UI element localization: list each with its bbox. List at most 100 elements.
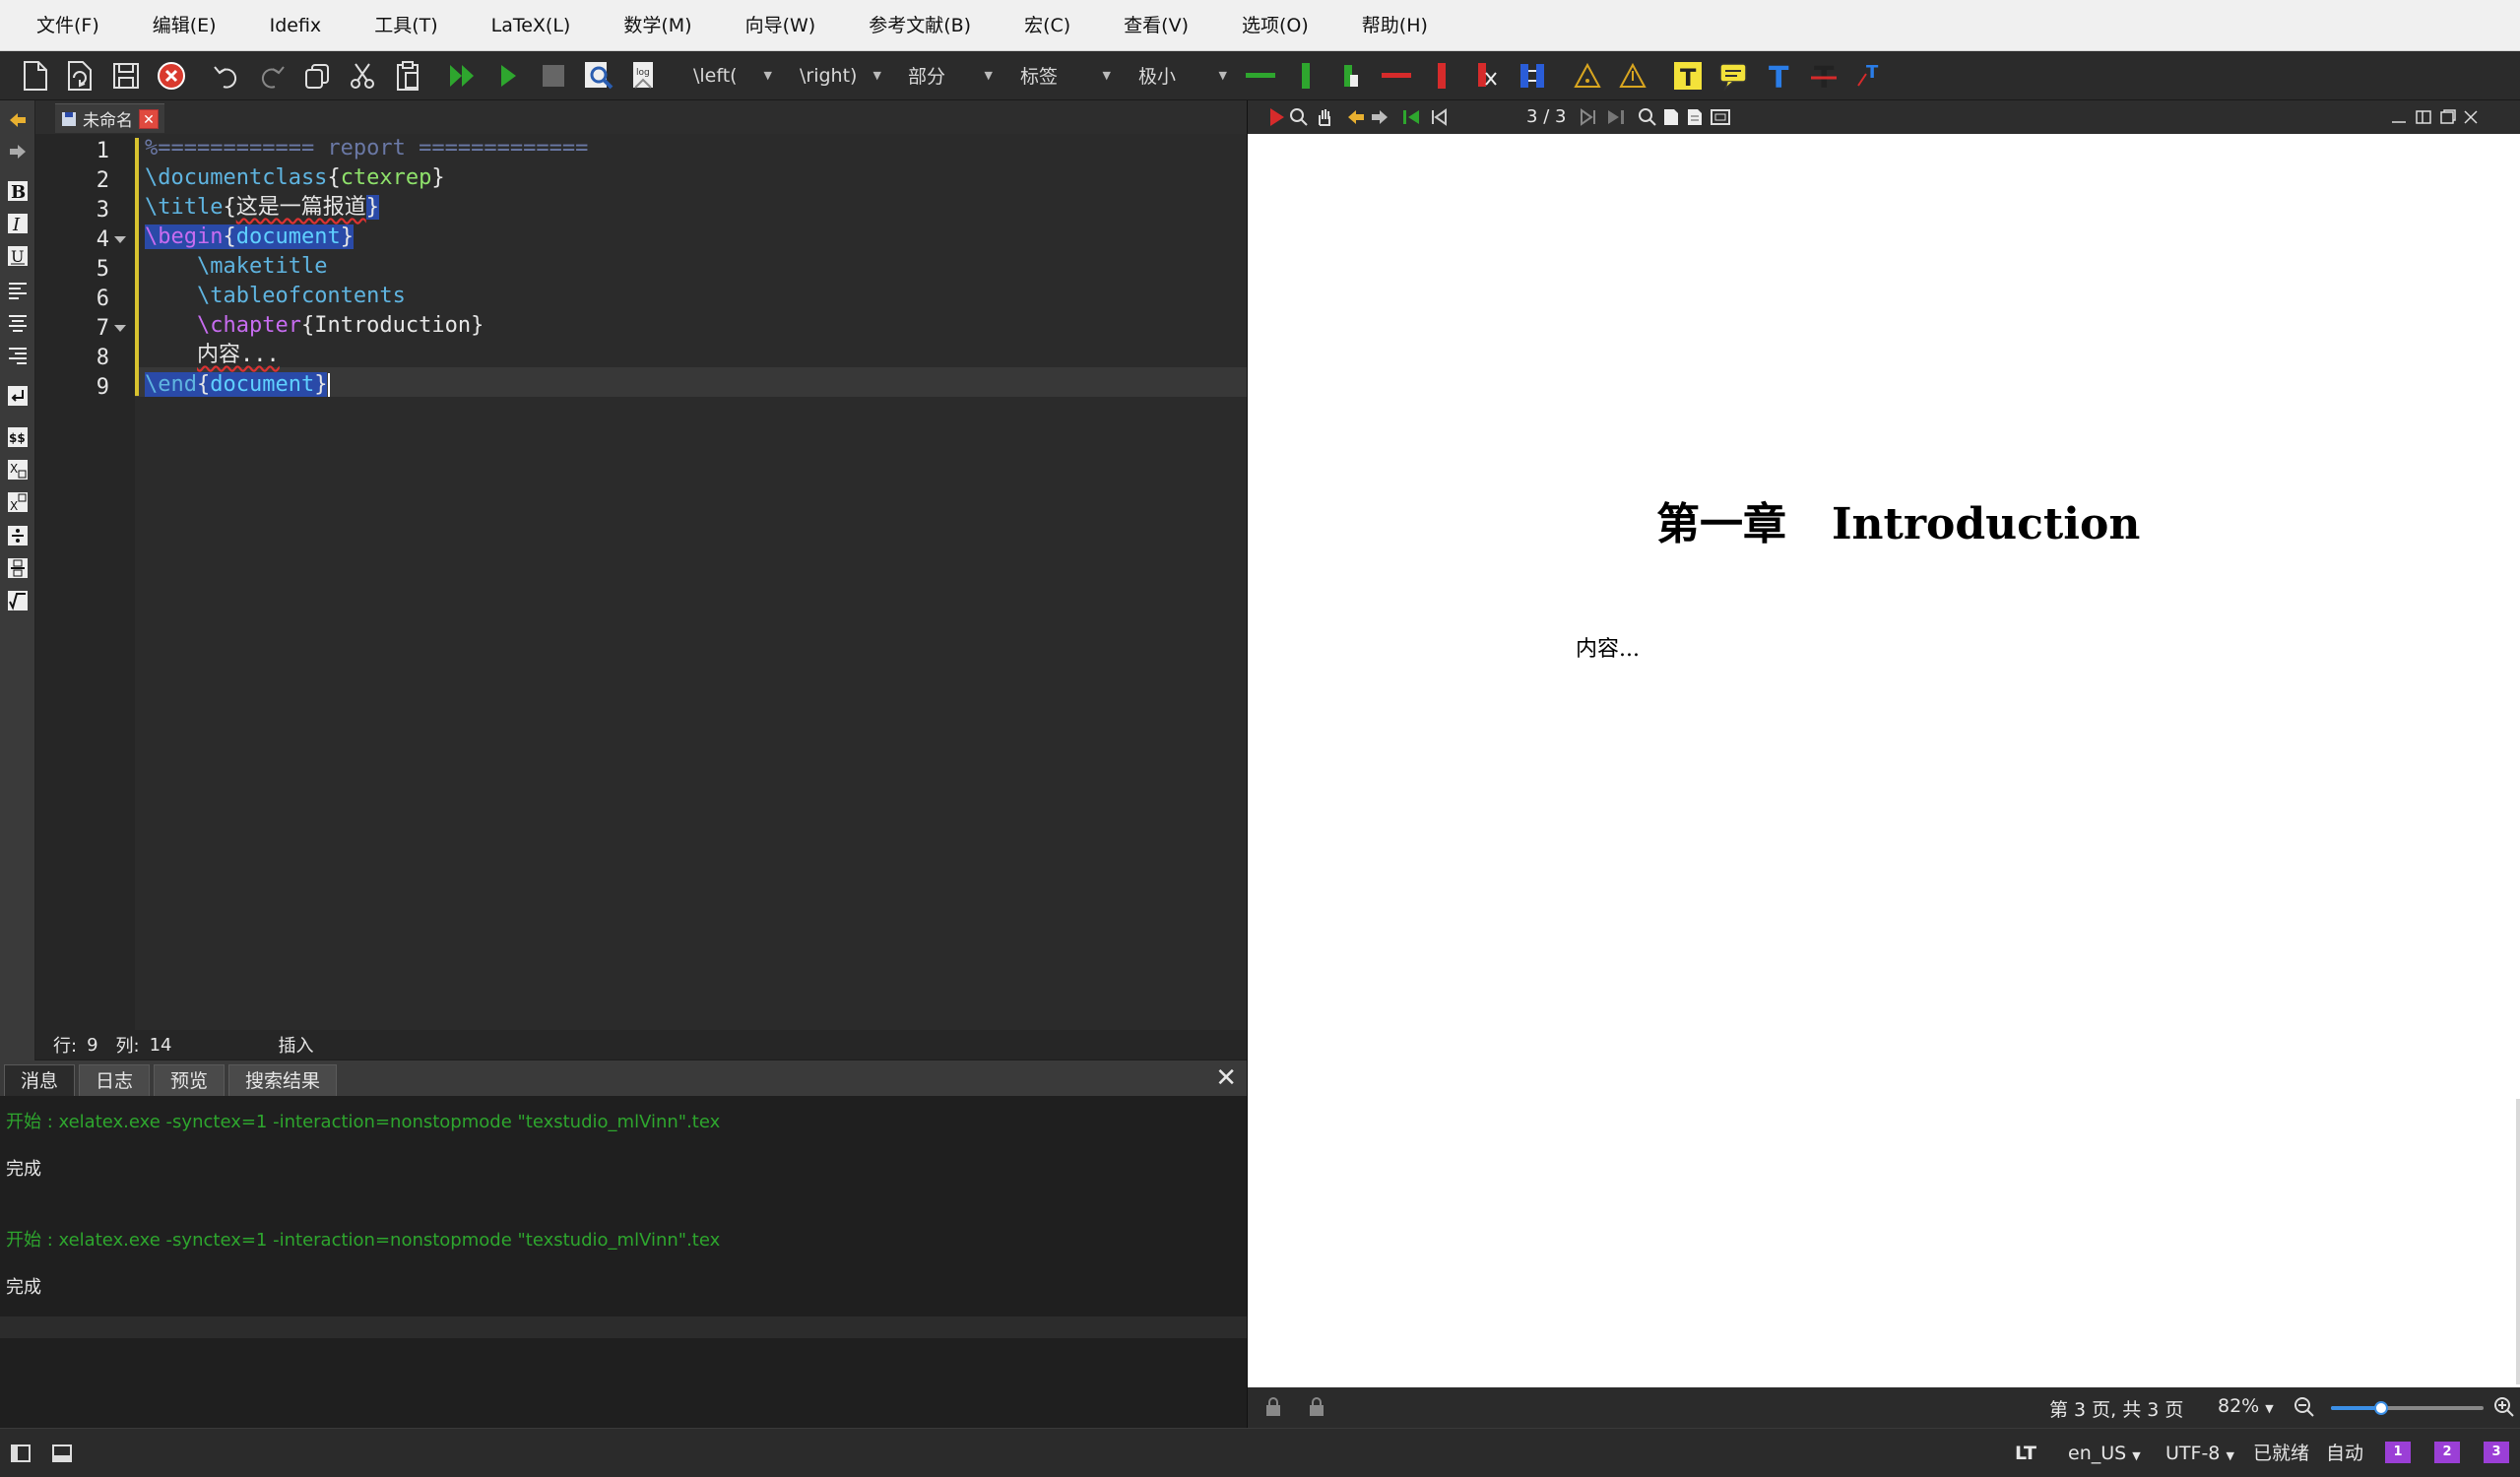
toggle-panel-icon[interactable] — [51, 1443, 73, 1469]
align-columns-icon[interactable] — [1513, 56, 1552, 96]
arrow-right-icon[interactable] — [6, 140, 30, 163]
close-panel-icon[interactable]: ✕ — [1215, 1064, 1237, 1092]
zoom-slider-handle[interactable] — [2374, 1401, 2389, 1415]
align-right-icon[interactable] — [6, 343, 30, 366]
languagetool-status[interactable]: LT — [2015, 1441, 2036, 1466]
dfrac-icon[interactable] — [6, 556, 30, 580]
menu-idefix[interactable]: Idefix — [243, 0, 349, 51]
tab-search-results[interactable]: 搜索结果 — [228, 1064, 338, 1096]
copy-icon[interactable] — [297, 56, 337, 96]
insert-text-icon[interactable]: T — [1759, 56, 1798, 96]
previous-page-icon[interactable] — [1427, 105, 1451, 129]
bookmark-3-icon[interactable]: 3 — [2484, 1442, 2509, 1463]
continuous-page-icon[interactable] — [1683, 105, 1707, 129]
menu-wizards[interactable]: 向导(W) — [719, 0, 843, 51]
subscript-icon[interactable]: X — [6, 458, 30, 482]
size-combo[interactable]: 极小 ▼ — [1125, 59, 1233, 93]
superscript-icon[interactable]: X — [6, 490, 30, 514]
left-delimiter-combo[interactable]: \left(▼ — [679, 59, 778, 93]
editor-tab[interactable]: 未命名 ✕ — [55, 103, 164, 133]
find-icon[interactable] — [1636, 105, 1659, 129]
menu-latex[interactable]: LaTeX(L) — [465, 0, 598, 51]
add-hline-icon[interactable] — [1331, 56, 1371, 96]
section-combo[interactable]: 部分 ▼ — [894, 59, 999, 93]
underline-icon[interactable]: U — [6, 244, 30, 268]
embed-toggle-icon[interactable] — [2412, 105, 2435, 129]
spell-language[interactable]: en_US ▼ — [2068, 1441, 2141, 1469]
tab-preview[interactable]: 预览 — [154, 1064, 226, 1096]
right-delimiter-combo[interactable]: \right) ▼ — [786, 59, 886, 93]
forward-icon[interactable] — [1368, 105, 1391, 129]
close-viewer-icon[interactable] — [2459, 105, 2483, 129]
align-center-icon[interactable] — [6, 310, 30, 334]
last-page-icon[interactable] — [1604, 105, 1628, 129]
zoom-level[interactable]: 82% ▼ — [2218, 1395, 2274, 1417]
fold-toggle-icon[interactable] — [114, 325, 126, 332]
compile-icon[interactable] — [488, 56, 528, 96]
back-icon[interactable] — [1344, 105, 1368, 129]
hand-tool-icon[interactable] — [1313, 105, 1336, 129]
close-tab-icon[interactable]: ✕ — [139, 108, 159, 129]
zoom-icon[interactable] — [1287, 105, 1311, 129]
lock-icon[interactable] — [1263, 1396, 1283, 1423]
newline-icon[interactable] — [6, 384, 30, 408]
build-and-view-icon[interactable] — [443, 56, 483, 96]
maximize-icon[interactable] — [2436, 105, 2460, 129]
bookmark-2-icon[interactable]: 2 — [2434, 1442, 2460, 1463]
fraction-icon[interactable] — [6, 524, 30, 547]
cut-icon[interactable] — [343, 56, 382, 96]
close-document-icon[interactable] — [152, 56, 191, 96]
menu-tools[interactable]: 工具(T) — [348, 0, 464, 51]
pdf-page-view[interactable]: 第一章 Introduction 内容... — [1247, 134, 2520, 1387]
comment-icon[interactable] — [1713, 56, 1753, 96]
fit-window-icon[interactable] — [1709, 105, 1732, 129]
pdf-app-icon[interactable] — [1265, 105, 1289, 129]
menu-view[interactable]: 查看(V) — [1097, 0, 1215, 51]
first-page-icon[interactable] — [1399, 105, 1423, 129]
view-pdf-icon[interactable] — [579, 56, 618, 96]
new-file-icon[interactable] — [16, 56, 55, 96]
stop-compile-icon[interactable] — [534, 56, 573, 96]
menu-bibliography[interactable]: 参考文献(B) — [842, 0, 998, 51]
text-note-icon[interactable]: T — [1668, 56, 1708, 96]
auto-mode[interactable]: 自动 — [2326, 1441, 2363, 1466]
single-page-icon[interactable] — [1659, 105, 1683, 129]
add-row-icon[interactable] — [1241, 56, 1280, 96]
zoom-in-icon[interactable] — [2493, 1396, 2515, 1423]
menu-edit[interactable]: 编辑(E) — [126, 0, 243, 51]
remove-column-icon[interactable] — [1422, 56, 1461, 96]
remove-row-icon[interactable] — [1377, 56, 1416, 96]
messages-panel[interactable]: 开始 : xelatex.exe -synctex=1 -interaction… — [0, 1096, 1247, 1428]
paste-icon[interactable] — [388, 56, 427, 96]
menu-file[interactable]: 文件(F) — [10, 0, 126, 51]
encoding-selector[interactable]: UTF-8 ▼ — [2165, 1441, 2234, 1469]
menu-help[interactable]: 帮助(H) — [1335, 0, 1454, 51]
redo-icon[interactable] — [252, 56, 291, 96]
superscript-text-icon[interactable]: T — [1849, 56, 1889, 96]
zoom-slider[interactable] — [2331, 1401, 2484, 1415]
bookmark-1-icon[interactable]: 1 — [2385, 1442, 2411, 1463]
math-mode-icon[interactable]: $$ — [6, 425, 30, 449]
insert-mode[interactable]: 插入 — [279, 1032, 314, 1058]
save-icon[interactable] — [106, 56, 146, 96]
toggle-sidebar-icon[interactable] — [10, 1443, 32, 1469]
align-left-icon[interactable] — [6, 278, 30, 301]
minimize-icon[interactable] — [2387, 105, 2411, 129]
sync-lock-icon[interactable] — [1307, 1396, 1326, 1423]
add-todo-icon[interactable] — [1568, 56, 1607, 96]
sqrt-icon[interactable] — [6, 589, 30, 612]
fold-toggle-icon[interactable] — [114, 236, 126, 243]
next-page-icon[interactable] — [1577, 105, 1600, 129]
menu-options[interactable]: 选项(O) — [1215, 0, 1335, 51]
open-file-icon[interactable] — [61, 56, 100, 96]
page-indicator[interactable]: 3 / 3 — [1526, 105, 1566, 129]
reference-combo[interactable]: 标签 ▼ — [1006, 59, 1117, 93]
arrow-left-icon[interactable] — [6, 108, 30, 132]
zoom-out-icon[interactable] — [2294, 1396, 2315, 1423]
add-column-icon[interactable] — [1286, 56, 1325, 96]
tab-messages[interactable]: 消息 — [4, 1064, 76, 1096]
strikeout-text-icon[interactable]: T — [1804, 56, 1843, 96]
bold-icon[interactable]: B — [6, 179, 30, 203]
remove-hline-icon[interactable] — [1467, 56, 1507, 96]
undo-icon[interactable] — [207, 56, 246, 96]
